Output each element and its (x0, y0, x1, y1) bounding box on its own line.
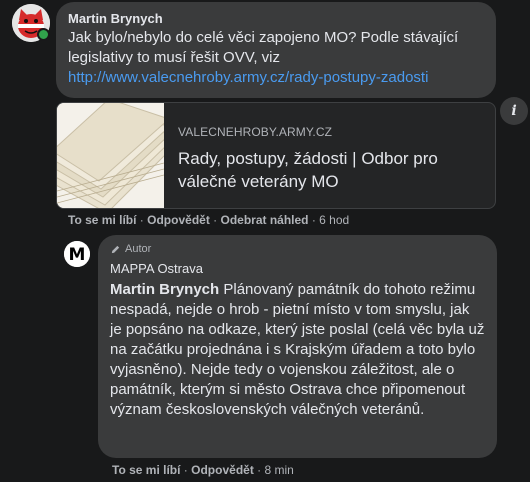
paper-stack-image (57, 103, 164, 208)
reply-link[interactable]: Odpovědět (191, 463, 254, 477)
author-badge: Autor (110, 241, 485, 257)
reply-actions: To se mi líbí · Odpovědět · 8 min (112, 463, 294, 477)
like-link[interactable]: To se mi líbí (112, 463, 180, 477)
reply-text: Martin Brynych Plánovaný památník do toh… (110, 281, 485, 418)
reply-timestamp[interactable]: 8 min (264, 463, 293, 477)
remove-preview-link[interactable]: Odebrat náhled (220, 213, 308, 227)
comment-link[interactable]: http://www.valecnehroby.army.cz/rady-pos… (68, 69, 428, 86)
preview-thumbnail (57, 103, 164, 208)
like-link[interactable]: To se mi líbí (68, 213, 136, 227)
online-status-indicator (37, 28, 50, 41)
comment-text: Jak bylo/nebylo do celé věci zapojeno MO… (68, 29, 459, 86)
mappa-logo-icon: M (64, 241, 90, 267)
comment-actions: To se mi líbí · Odpovědět · Odebrat náhl… (68, 213, 350, 227)
comment-timestamp[interactable]: 6 hod (319, 213, 349, 227)
page-avatar[interactable]: M (64, 241, 90, 267)
mention-tag[interactable]: Martin Brynych (110, 281, 219, 298)
link-preview-card[interactable]: VALECNEHROBY.ARMY.CZ Rady, postupy, žádo… (56, 102, 496, 209)
reply-author[interactable]: MAPPA Ostrava (110, 260, 485, 278)
preview-title[interactable]: Rady, postupy, žádosti | Odbor pro váleč… (178, 147, 478, 193)
preview-domain: VALECNEHROBY.ARMY.CZ (178, 125, 333, 139)
reply-link[interactable]: Odpovědět (147, 213, 210, 227)
info-icon[interactable]: i (500, 97, 528, 125)
pencil-icon (111, 245, 120, 253)
comment-bubble: Martin Brynych Jak bylo/nebylo do celé v… (56, 2, 496, 98)
comment-author[interactable]: Martin Brynych (68, 10, 484, 28)
svg-text:M: M (69, 245, 86, 265)
reply-bubble: Autor MAPPA Ostrava Martin Brynych Pláno… (98, 235, 497, 458)
